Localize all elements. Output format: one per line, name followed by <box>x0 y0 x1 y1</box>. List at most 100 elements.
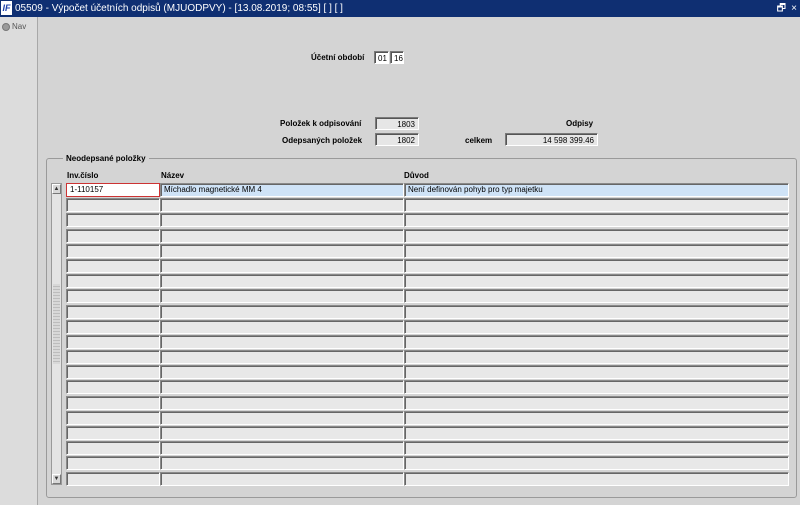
reason-cell[interactable] <box>404 410 789 425</box>
table-row[interactable] <box>66 274 789 289</box>
window-title: 05509 - Výpočet účetních odpisů (MJUODPV… <box>15 3 343 14</box>
inv-number-cell[interactable] <box>66 213 160 228</box>
table-row[interactable]: 1-110157 Míchadlo magnetické MM 4 Není def… <box>66 183 789 198</box>
table-row[interactable] <box>66 319 789 335</box>
name-cell[interactable] <box>160 380 404 395</box>
reason-cell[interactable] <box>404 243 789 258</box>
depreciated-items-label: Odepsaných položek <box>282 136 363 145</box>
depreciated-items-field: 1802 <box>375 133 419 146</box>
name-cell[interactable] <box>160 274 404 289</box>
name-cell[interactable] <box>160 304 404 319</box>
inv-number-cell[interactable] <box>66 471 160 486</box>
name-cell[interactable] <box>160 410 404 425</box>
reason-cell[interactable] <box>404 350 789 365</box>
inv-number-cell[interactable] <box>66 274 160 289</box>
table-row[interactable] <box>66 198 789 213</box>
table-row[interactable] <box>66 243 789 259</box>
table-row[interactable] <box>66 350 789 365</box>
vertical-scrollbar[interactable]: ▲ ▼ <box>51 183 62 485</box>
reason-cell[interactable] <box>404 319 789 334</box>
name-cell[interactable] <box>160 441 404 456</box>
inv-number-cell[interactable] <box>66 456 160 471</box>
name-cell[interactable]: Míchadlo magnetické MM 4 <box>160 183 404 197</box>
scroll-thumb[interactable] <box>53 284 60 364</box>
items-table: 1-110157 Míchadlo magnetické MM 4 Není def… <box>66 183 789 487</box>
reason-cell[interactable] <box>404 441 789 456</box>
close-icon[interactable]: × <box>791 2 797 15</box>
inv-number-cell[interactable] <box>66 365 160 380</box>
period-label: Účetní období <box>311 53 365 62</box>
table-row[interactable] <box>66 289 789 304</box>
reason-cell[interactable] <box>404 228 789 243</box>
reason-cell[interactable] <box>404 198 789 213</box>
table-row[interactable] <box>66 471 789 487</box>
reason-cell[interactable] <box>404 274 789 289</box>
column-header-inv: Inv.číslo <box>67 171 99 180</box>
name-cell[interactable] <box>160 350 404 365</box>
restore-icon[interactable]: 🗗 <box>777 2 786 15</box>
table-row[interactable] <box>66 380 789 395</box>
table-row[interactable] <box>66 258 789 274</box>
inv-number-cell[interactable] <box>66 243 160 258</box>
table-row[interactable] <box>66 304 789 320</box>
reason-cell[interactable] <box>404 395 789 410</box>
table-row[interactable] <box>66 426 789 441</box>
name-cell[interactable] <box>160 243 404 258</box>
inv-number-cell[interactable] <box>66 304 160 319</box>
name-cell[interactable] <box>160 395 404 410</box>
inv-number-cell[interactable] <box>66 380 160 395</box>
reason-cell[interactable]: Není definován pohyb pro typ majetku <box>404 183 789 197</box>
table-row[interactable] <box>66 228 789 244</box>
table-row[interactable] <box>66 410 789 426</box>
title-bar: IF 05509 - Výpočet účetních odpisů (MJUO… <box>0 0 800 17</box>
inv-number-cell[interactable] <box>66 426 160 440</box>
reason-cell[interactable] <box>404 304 789 319</box>
inv-number-cell[interactable] <box>66 289 160 304</box>
reason-cell[interactable] <box>404 471 789 486</box>
inv-number-cell[interactable] <box>66 198 160 213</box>
name-cell[interactable] <box>160 258 404 273</box>
items-to-depreciate-label: Položek k odpisování <box>280 119 362 128</box>
reason-cell[interactable] <box>404 456 789 471</box>
inv-number-cell[interactable] <box>66 334 160 349</box>
table-row[interactable] <box>66 441 789 456</box>
period-month-field[interactable]: 01 <box>374 51 389 64</box>
table-row[interactable] <box>66 456 789 471</box>
reason-cell[interactable] <box>404 426 789 440</box>
table-row[interactable] <box>66 213 789 228</box>
name-cell[interactable] <box>160 471 404 486</box>
odpisy-label: Odpisy <box>566 119 594 128</box>
name-cell[interactable] <box>160 456 404 471</box>
scroll-up-icon[interactable]: ▲ <box>52 184 61 194</box>
table-row[interactable] <box>66 334 789 350</box>
name-cell[interactable] <box>160 289 404 304</box>
name-cell[interactable] <box>160 198 404 213</box>
name-cell[interactable] <box>160 426 404 440</box>
name-cell[interactable] <box>160 365 404 380</box>
reason-cell[interactable] <box>404 334 789 349</box>
inv-number-cell[interactable] <box>66 350 160 365</box>
reason-cell[interactable] <box>404 289 789 304</box>
name-cell[interactable] <box>160 319 404 334</box>
reason-cell[interactable] <box>404 258 789 273</box>
name-cell[interactable] <box>160 334 404 349</box>
nav-label: Nav <box>12 22 27 31</box>
table-row[interactable] <box>66 395 789 411</box>
inv-number-cell[interactable] <box>66 395 160 410</box>
inv-number-cell[interactable] <box>66 441 160 456</box>
inv-number-cell[interactable] <box>66 228 160 243</box>
nav-button[interactable]: Nav <box>2 22 26 31</box>
inv-number-cell[interactable] <box>66 319 160 334</box>
column-header-name: Název <box>161 171 185 180</box>
scroll-down-icon[interactable]: ▼ <box>52 474 61 484</box>
reason-cell[interactable] <box>404 380 789 395</box>
reason-cell[interactable] <box>404 365 789 380</box>
table-row[interactable] <box>66 365 789 380</box>
inv-number-cell[interactable] <box>66 258 160 273</box>
name-cell[interactable] <box>160 213 404 228</box>
inv-number-cell[interactable]: 1-110157 <box>66 183 160 197</box>
name-cell[interactable] <box>160 228 404 243</box>
period-year-field[interactable]: 16 <box>390 51 404 64</box>
inv-number-cell[interactable] <box>66 410 160 425</box>
reason-cell[interactable] <box>404 213 789 228</box>
